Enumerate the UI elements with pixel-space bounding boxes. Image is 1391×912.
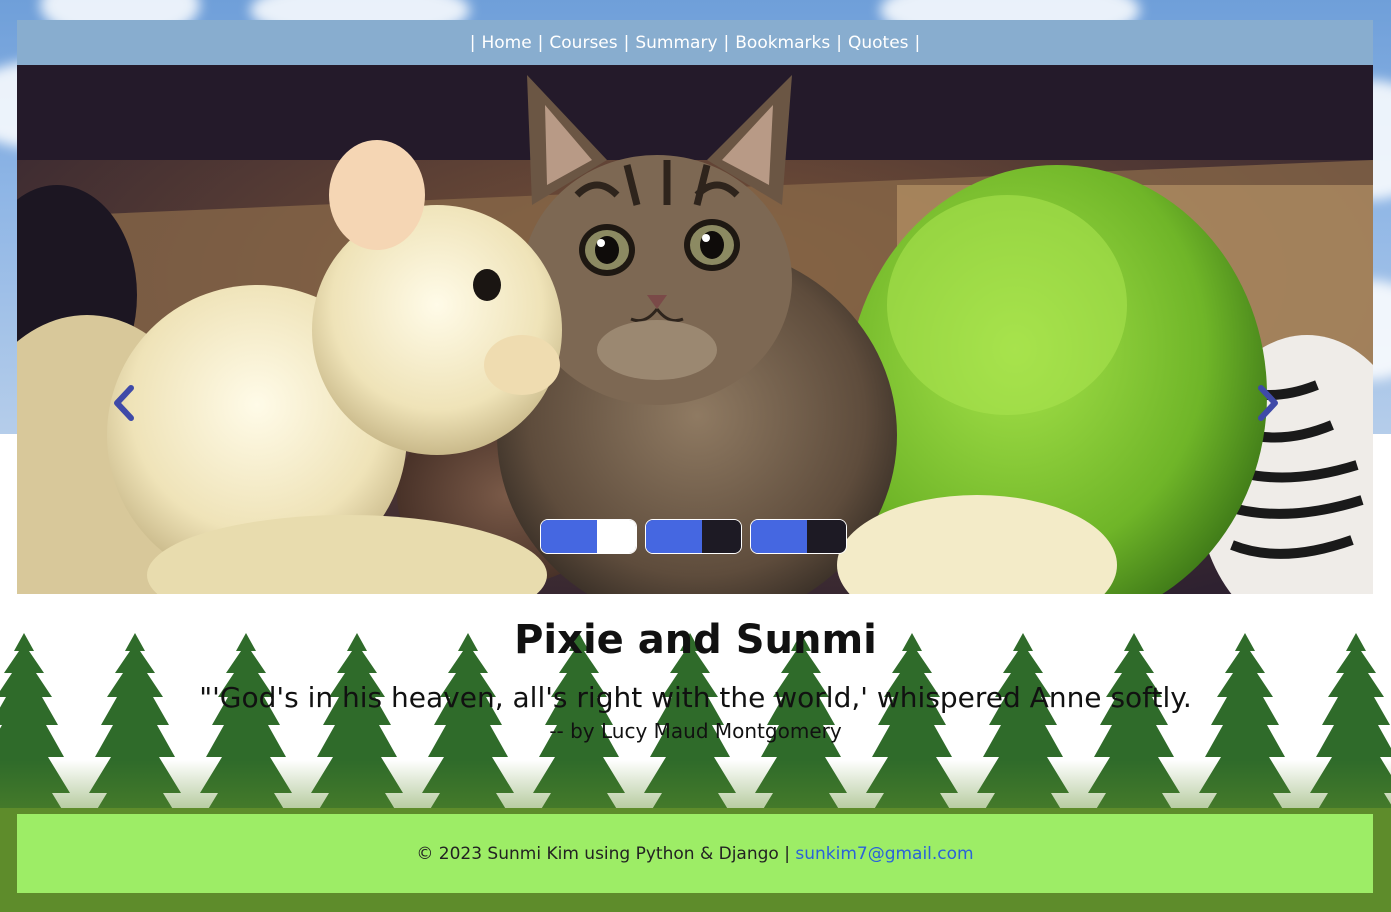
quote-text: "'God's in his heaven, all's right with … bbox=[199, 681, 1192, 714]
image-carousel bbox=[17, 65, 1373, 594]
nav-separator: | bbox=[537, 32, 544, 53]
carousel-indicator-3[interactable] bbox=[750, 519, 847, 554]
chevron-left-icon bbox=[114, 385, 134, 421]
page-title: Pixie and Sunmi bbox=[514, 617, 877, 663]
footer-copyright: © 2023 Sunmi Kim using Python & Django | bbox=[416, 843, 790, 864]
footer: © 2023 Sunmi Kim using Python & Django |… bbox=[17, 814, 1373, 893]
caption: Pixie and Sunmi "'God's in his heaven, a… bbox=[0, 612, 1391, 744]
carousel-indicator-2[interactable] bbox=[645, 519, 742, 554]
nav-separator: | bbox=[914, 32, 921, 53]
nav-separator: | bbox=[469, 32, 476, 53]
quote-author: -- by Lucy Maud Montgomery bbox=[549, 719, 842, 743]
nav-bookmarks-link[interactable]: Bookmarks bbox=[735, 33, 830, 53]
nav-separator: | bbox=[723, 32, 730, 53]
top-navbar: | Home | Courses | Summary | Bookmarks |… bbox=[17, 20, 1373, 65]
nav-separator: | bbox=[623, 32, 630, 53]
nav-separator: | bbox=[836, 32, 842, 53]
nav-summary-link[interactable]: Summary bbox=[635, 33, 717, 53]
carousel-indicators bbox=[540, 519, 847, 554]
nav-quotes-link[interactable]: Quotes bbox=[848, 33, 909, 53]
nav-courses-link[interactable]: Courses bbox=[549, 33, 617, 53]
carousel-indicator-1[interactable] bbox=[540, 519, 637, 554]
carousel-next-button[interactable] bbox=[1253, 383, 1283, 423]
nav-home-link[interactable]: Home bbox=[481, 33, 531, 53]
cat-photo bbox=[17, 65, 1373, 594]
chevron-right-icon bbox=[1258, 385, 1278, 421]
carousel-prev-button[interactable] bbox=[109, 383, 139, 423]
footer-email-link[interactable]: sunkim7@gmail.com bbox=[795, 844, 973, 864]
